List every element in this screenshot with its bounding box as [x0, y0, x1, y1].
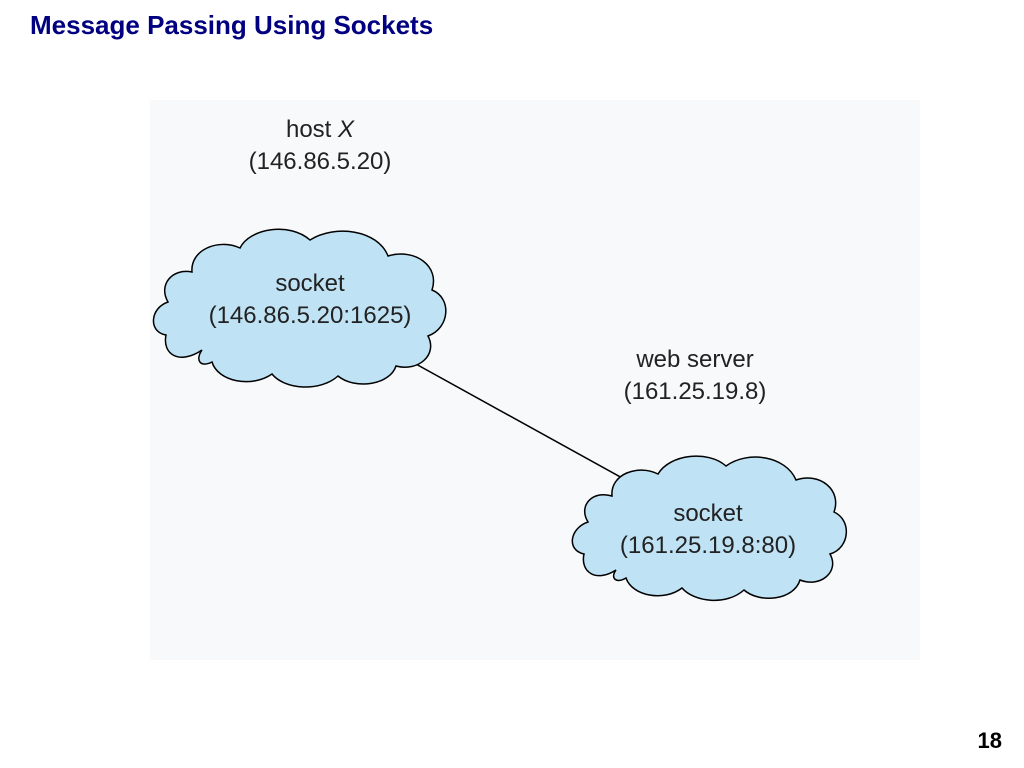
- host-ip: (146.86.5.20): [249, 148, 392, 175]
- host-label-name: X: [338, 116, 354, 143]
- server-ip: (161.25.19.8): [624, 378, 767, 405]
- diagram-area: host X (146.86.5.20) socket (146.86.5.20…: [150, 100, 920, 660]
- host-socket-addr: (146.86.5.20:1625): [209, 302, 412, 329]
- server-socket-addr: (161.25.19.8:80): [620, 532, 796, 559]
- slide-title: Message Passing Using Sockets: [30, 10, 433, 41]
- server-socket-label: socket: [673, 500, 742, 527]
- host-label-prefix: host: [286, 116, 338, 143]
- host-socket-block: socket (146.86.5.20:1625): [185, 268, 435, 333]
- page-number: 18: [978, 728, 1002, 754]
- server-label: web server: [636, 346, 753, 373]
- host-socket-label: socket: [275, 270, 344, 297]
- server-socket-block: socket (161.25.19.8:80): [588, 498, 828, 563]
- server-label-block: web server (161.25.19.8): [580, 344, 810, 409]
- host-label-block: host X (146.86.5.20): [215, 114, 425, 179]
